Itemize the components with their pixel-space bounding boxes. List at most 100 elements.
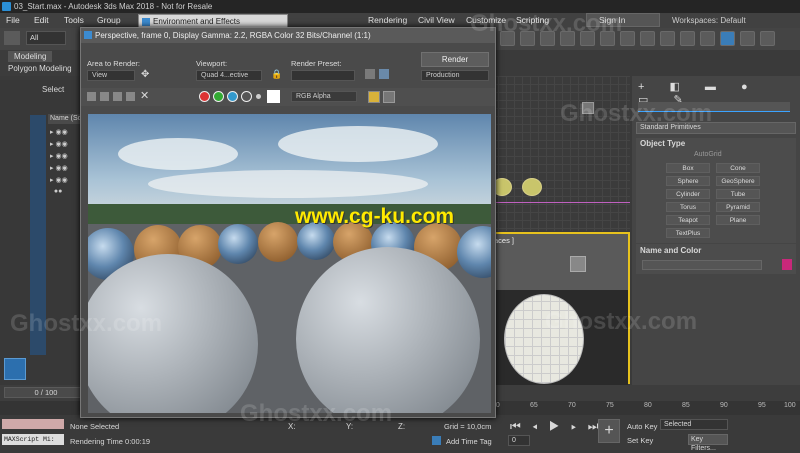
current-frame-field[interactable]: 0 <box>508 435 530 446</box>
render-production-icon[interactable] <box>760 31 775 46</box>
orange-sphere <box>258 222 298 262</box>
red-channel-icon[interactable] <box>199 91 210 102</box>
add-time-tag-button[interactable]: Add Time Tag <box>446 437 492 446</box>
environment-icon[interactable] <box>379 69 389 79</box>
channel-display-dropdown[interactable]: RGB Alpha <box>291 91 357 102</box>
layer-explorer-icon[interactable] <box>640 31 655 46</box>
plane-button[interactable]: Plane <box>716 215 760 225</box>
set-key-button[interactable]: Set Key <box>627 436 653 445</box>
scene-explorer-select-menu[interactable]: Select <box>42 85 64 94</box>
monochrome-icon[interactable] <box>256 94 261 99</box>
schematic-view-icon[interactable] <box>680 31 695 46</box>
tick-label: 65 <box>530 402 538 409</box>
column-name-label: Name (So <box>50 115 82 122</box>
green-channel-icon[interactable] <box>213 91 224 102</box>
torus-button[interactable]: Torus <box>666 202 710 212</box>
edit-region-icon[interactable]: ✥ <box>141 69 149 80</box>
name-color-rollout: Name and Color <box>636 244 796 274</box>
lock-icon[interactable]: 🔒 <box>271 69 282 80</box>
menu-civil-view[interactable]: Civil View <box>418 13 455 28</box>
playback-controls[interactable]: ⏮ ◂ ▶ ▸ ⏭ <box>510 419 603 434</box>
tick-label: 90 <box>720 402 728 409</box>
key-mode-dropdown[interactable]: Selected <box>660 419 728 430</box>
key-mode-value: Selected <box>664 421 692 428</box>
curve-editor-icon[interactable] <box>660 31 675 46</box>
menu-edit[interactable]: Edit <box>34 13 49 28</box>
geosphere-button[interactable]: GeoSphere <box>716 176 760 186</box>
sphere-button[interactable]: Sphere <box>666 176 710 186</box>
align-icon[interactable] <box>620 31 635 46</box>
menu-group[interactable]: Group <box>97 13 121 28</box>
render-preset-dropdown[interactable] <box>291 70 355 81</box>
alpha-channel-icon[interactable] <box>241 91 252 102</box>
object-type-title[interactable]: Object Type <box>640 139 685 148</box>
viewport-layout-icon[interactable] <box>4 358 26 380</box>
object-color-swatch[interactable] <box>782 259 792 270</box>
maxscript-listener-top[interactable] <box>2 419 64 429</box>
grid-status: Grid = 10,0cm <box>444 422 492 431</box>
area-to-render-dropdown[interactable]: View <box>87 70 135 81</box>
time-slider-thumb[interactable]: 0 / 100 <box>4 387 88 398</box>
auto-key-button[interactable]: Auto Key <box>627 422 657 431</box>
ribbon-tab-modeling[interactable]: Modeling <box>8 51 53 62</box>
box-object[interactable] <box>570 256 586 272</box>
selection-filter-dropdown[interactable]: All <box>26 31 66 45</box>
render-setup-icon[interactable] <box>365 69 375 79</box>
current-frame-value: 0 <box>512 437 516 444</box>
render-button[interactable]: Render <box>421 52 489 67</box>
workspaces-selector[interactable]: Workspaces: Default <box>672 13 746 28</box>
channel-display-value: RGB Alpha <box>296 93 331 100</box>
undo-icon[interactable] <box>4 31 20 45</box>
rendered-image[interactable] <box>88 114 491 413</box>
ghost-watermark: Ghostxx.com <box>560 100 713 127</box>
teapot-button[interactable]: Teapot <box>666 215 710 225</box>
menu-rendering[interactable]: Rendering <box>368 13 407 28</box>
viewport-label[interactable]: aces ] <box>494 236 514 245</box>
sphere-object[interactable] <box>522 178 542 196</box>
viewport-dropdown[interactable]: Quad 4...ective <box>196 70 262 81</box>
copy-image-icon[interactable] <box>100 92 109 101</box>
viewport-value: Quad 4...ective <box>201 72 249 79</box>
ghost-watermark: Ghostxx.com <box>470 10 623 37</box>
cylinder-button[interactable]: Cylinder <box>666 189 710 199</box>
autogrid-checkbox[interactable]: AutoGrid <box>694 151 722 158</box>
app-icon <box>2 2 11 11</box>
tick-label: 85 <box>682 402 690 409</box>
watermark-text: www.cg-ku.com <box>295 205 455 228</box>
command-panel-tabs[interactable]: + ◧ ▬ ● ▭ ✎ <box>638 80 788 106</box>
clone-window-icon[interactable] <box>113 92 122 101</box>
render-window-title: Perspective, frame 0, Display Gamma: 2.2… <box>95 31 371 40</box>
render-window-titlebar[interactable]: Perspective, frame 0, Display Gamma: 2.2… <box>81 28 495 43</box>
textplus-button[interactable]: TextPlus <box>666 228 710 238</box>
tick-label: 95 <box>758 402 766 409</box>
key-filters-button[interactable]: Key Filters... <box>688 434 728 452</box>
clear-image-icon[interactable]: ✕ <box>140 89 149 102</box>
box-button[interactable]: Box <box>666 163 710 173</box>
menu-tools[interactable]: Tools <box>64 13 84 28</box>
cone-button[interactable]: Cone <box>716 163 760 173</box>
toggle-ui-icon[interactable] <box>383 91 395 103</box>
name-color-title[interactable]: Name and Color <box>640 246 701 255</box>
ribbon-tab-polygon-modeling[interactable]: Polygon Modeling <box>8 63 72 74</box>
workspaces-label: Workspaces: <box>672 16 719 25</box>
cloud <box>278 126 438 162</box>
object-name-input[interactable] <box>642 260 762 270</box>
environment-effects-tab[interactable]: Environment and Effects <box>138 14 288 28</box>
status-bar: MAXScript Mi: None Selected Rendering Ti… <box>0 415 800 452</box>
set-key-big-button[interactable]: + <box>598 419 620 443</box>
background-swatch[interactable] <box>267 90 280 103</box>
save-image-icon[interactable] <box>87 92 96 101</box>
viewport-label-rw: Viewport: <box>196 59 228 68</box>
material-editor-icon[interactable] <box>700 31 715 46</box>
maxscript-mini-listener[interactable]: MAXScript Mi: <box>2 434 64 445</box>
render-setup-icon[interactable] <box>720 31 735 46</box>
production-dropdown[interactable]: Production <box>421 70 489 81</box>
blue-channel-icon[interactable] <box>227 91 238 102</box>
rendered-frame-window-icon[interactable] <box>740 31 755 46</box>
print-image-icon[interactable] <box>126 92 135 101</box>
menu-file[interactable]: File <box>6 13 20 28</box>
pyramid-button[interactable]: Pyramid <box>716 202 760 212</box>
display-correction-icon[interactable] <box>368 91 380 103</box>
time-tag-icon[interactable] <box>432 436 441 445</box>
tube-button[interactable]: Tube <box>716 189 760 199</box>
